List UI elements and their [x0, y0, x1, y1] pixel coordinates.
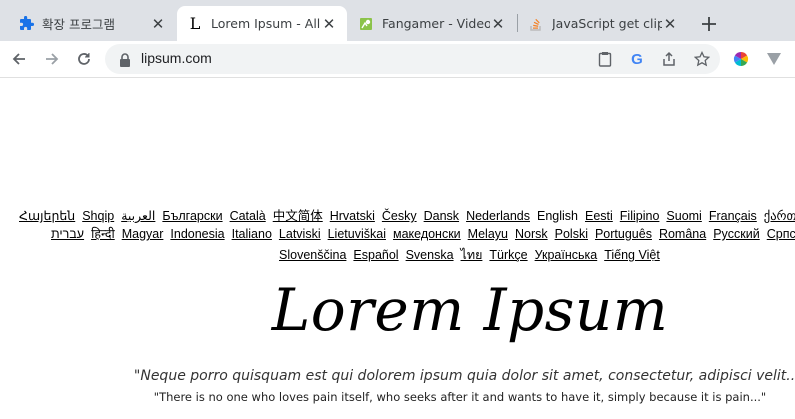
puzzle-icon	[18, 15, 34, 32]
latin-quote: "Neque porro quisquam est qui dolorem ip…	[133, 368, 795, 384]
tab-title: Fangamer - Video game	[382, 16, 490, 31]
language-link[interactable]: Български	[162, 209, 222, 223]
language-link[interactable]: Lietuviškai	[328, 227, 386, 241]
page-content: Հայերեն Shqip العربية Български Català 中文简体 Hr…	[0, 78, 795, 419]
arrow-right-icon	[46, 53, 59, 65]
language-link[interactable]: Latviski	[279, 227, 321, 241]
language-link[interactable]: Italiano	[232, 227, 272, 241]
lorem-ipsum-logo: Lorem Ipsum	[271, 276, 669, 344]
language-link[interactable]: 中文简体	[273, 209, 323, 223]
google-translate-icon[interactable]: G	[627, 49, 647, 69]
language-link[interactable]: Suomi	[666, 209, 701, 223]
browser-toolbar: lipsum.com G	[0, 41, 795, 78]
close-tab-icon[interactable]: ✕	[150, 15, 166, 33]
language-link: English	[537, 209, 578, 223]
language-link[interactable]: Հայերեն	[19, 209, 75, 223]
language-link[interactable]: Slovenščina	[279, 248, 346, 262]
close-tab-icon[interactable]: ✕	[321, 15, 337, 33]
language-link[interactable]: العربية	[121, 209, 155, 223]
stackoverflow-favicon	[528, 16, 544, 32]
language-list-row-3: Slovenščina Español Svenska ไทย Türkçe Україн…	[279, 245, 795, 265]
language-link[interactable]: Polski	[555, 227, 588, 241]
arrow-left-icon	[12, 53, 25, 65]
lock-icon[interactable]	[119, 52, 131, 71]
language-link[interactable]: Česky	[382, 209, 417, 223]
clipboard-icon[interactable]	[595, 49, 615, 69]
tab-title: 확장 프로그램	[42, 17, 115, 32]
color-picker-extension-icon[interactable]	[731, 49, 751, 69]
tab-fangamer[interactable]: Fangamer - Video game ✕	[348, 6, 516, 41]
language-link[interactable]: Indonesia	[170, 227, 224, 241]
close-tab-icon[interactable]: ✕	[662, 15, 678, 33]
language-link[interactable]: македонски	[393, 227, 461, 241]
language-link[interactable]: Türkçe	[489, 248, 527, 262]
url-text[interactable]: lipsum.com	[141, 50, 212, 66]
language-link[interactable]: Српски	[767, 227, 795, 241]
language-list-row-2: עברית हिन्दी Magyar Indonesia Italiano Latvis…	[51, 225, 795, 242]
close-tab-icon[interactable]: ✕	[490, 15, 506, 33]
lipsum-favicon: L	[189, 14, 201, 33]
tab-title: Lorem Ipsum - All the facts	[211, 16, 321, 31]
language-link[interactable]: Magyar	[122, 227, 164, 241]
reload-button[interactable]	[72, 47, 96, 71]
tab-strip: 확장 프로그램 ✕ L Lorem Ipsum - All the facts …	[0, 0, 795, 41]
tab-extensions[interactable]: 확장 프로그램 ✕	[8, 6, 176, 41]
language-link[interactable]: Eesti	[585, 209, 613, 223]
tab-stackoverflow[interactable]: JavaScript get clipboard ✕	[518, 6, 688, 41]
share-icon[interactable]	[659, 49, 679, 69]
back-button[interactable]	[7, 47, 31, 71]
language-link[interactable]: ქართული	[764, 209, 795, 223]
quote-translation: "There is no one who loves pain itself, …	[153, 390, 767, 404]
language-link[interactable]: ไทย	[461, 248, 483, 262]
language-link[interactable]: Filipino	[620, 209, 660, 223]
extension-v-icon[interactable]	[764, 49, 784, 69]
language-link[interactable]: Shqip	[82, 209, 114, 223]
language-link[interactable]: Português	[595, 227, 652, 241]
language-link[interactable]: Norsk	[515, 227, 548, 241]
language-link[interactable]: Українська	[535, 248, 598, 262]
new-tab-button[interactable]	[697, 12, 721, 36]
language-link[interactable]: עברית	[51, 227, 84, 241]
language-link[interactable]: Româna	[659, 227, 706, 241]
tab-lorem-ipsum[interactable]: L Lorem Ipsum - All the facts ✕	[177, 6, 347, 41]
tab-title: JavaScript get clipboard	[552, 16, 662, 31]
language-link[interactable]: Pyccкий	[713, 227, 760, 241]
language-link[interactable]: Español	[353, 248, 398, 262]
fangamer-favicon	[358, 16, 374, 32]
forward-button[interactable]	[40, 47, 64, 71]
language-link[interactable]: Nederlands	[466, 209, 530, 223]
language-link[interactable]: Català	[230, 209, 266, 223]
language-link[interactable]: हिन्दी	[91, 227, 115, 241]
language-link[interactable]: Svenska	[406, 248, 454, 262]
language-link[interactable]: Tiếng Việt	[604, 248, 660, 262]
language-link[interactable]: Français	[709, 209, 757, 223]
address-bar[interactable]: lipsum.com G	[105, 44, 720, 74]
star-icon[interactable]	[692, 49, 712, 69]
language-link[interactable]: Hrvatski	[330, 209, 375, 223]
reload-icon	[78, 53, 90, 65]
language-link[interactable]: Melayu	[468, 227, 508, 241]
language-list-row-1: Հայերեն Shqip العربية Български Català 中文简体 Hr…	[19, 205, 795, 224]
language-link[interactable]: Dansk	[424, 209, 459, 223]
